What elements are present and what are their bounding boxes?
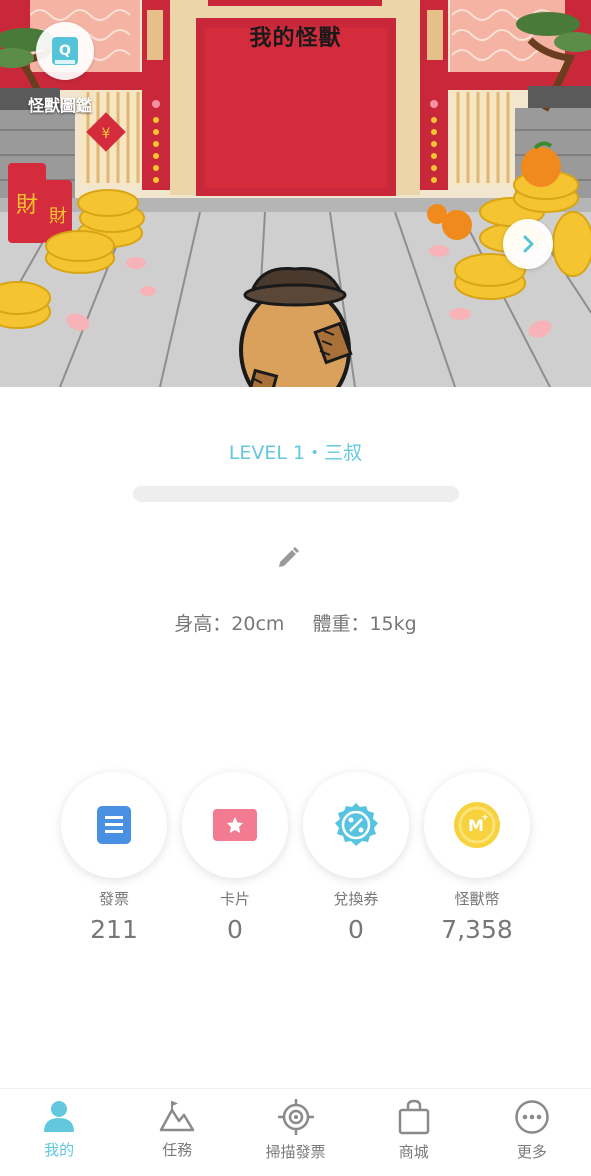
asset-invoice-button[interactable] xyxy=(61,772,167,878)
asset-card-button[interactable] xyxy=(182,772,288,878)
asset-coupon-button[interactable] xyxy=(303,772,409,878)
nav-item-more[interactable]: 更多 xyxy=(473,1089,591,1176)
book-icon-letter: Q xyxy=(59,43,71,59)
nav-item-label: 更多 xyxy=(516,1143,547,1161)
svg-text:財: 財 xyxy=(49,206,67,227)
svg-text:+: + xyxy=(481,813,489,823)
next-scene-button[interactable] xyxy=(503,219,553,269)
height-text: 身高：20cm xyxy=(174,613,285,635)
nav-item-mall[interactable]: 商城 xyxy=(355,1089,473,1176)
svg-text:¥: ¥ xyxy=(102,126,111,142)
monster-book-label: 怪獸圖鑑 xyxy=(28,96,93,115)
asset-monster-coin-button[interactable]: M + xyxy=(424,772,530,878)
asset-label: 卡片 xyxy=(219,890,250,908)
asset-card[interactable]: 卡片 0 xyxy=(182,772,288,944)
edit-profile-button[interactable] xyxy=(274,544,302,572)
level-progress-bar xyxy=(133,486,459,502)
pencil-icon xyxy=(279,547,299,567)
nav-item-mine[interactable]: 我的 xyxy=(0,1089,118,1176)
asset-monster-coin[interactable]: M + 怪獸幣 7,358 xyxy=(424,772,530,944)
asset-label: 兌換券 xyxy=(333,890,379,908)
chevron-right-icon xyxy=(523,235,534,253)
more-icon xyxy=(515,1100,549,1134)
level-text: LEVEL 1・三叔 xyxy=(228,442,363,464)
nav-item-label: 掃描發票 xyxy=(265,1143,326,1161)
asset-coupon[interactable]: 兌換券 0 xyxy=(303,772,409,944)
nav-item-label: 任務 xyxy=(162,1141,193,1159)
asset-label: 怪獸幣 xyxy=(454,890,500,908)
person-icon xyxy=(44,1101,75,1132)
bottom-nav: 我的 任務 掃描發票 商城 更多 xyxy=(0,1088,591,1176)
asset-value: 7,358 xyxy=(441,915,513,944)
svg-text:財: 財 xyxy=(16,193,38,218)
nav-item-label: 我的 xyxy=(44,1141,75,1159)
card-icon xyxy=(213,809,257,841)
asset-invoice[interactable]: 發票 211 xyxy=(61,772,167,944)
asset-value: 0 xyxy=(227,915,243,944)
nav-item-label: 商城 xyxy=(398,1143,429,1161)
body-stats: 身高：20cm 體重：15kg xyxy=(0,609,591,636)
asset-value: 0 xyxy=(348,915,364,944)
nav-item-tasks[interactable]: 任務 xyxy=(118,1089,236,1176)
asset-label: 發票 xyxy=(98,890,129,908)
asset-value: 211 xyxy=(90,915,138,944)
weight-text: 體重：15kg xyxy=(312,613,417,635)
nav-item-scan-invoice[interactable]: 掃描發票 xyxy=(236,1089,354,1176)
monster-book-button[interactable]: Q xyxy=(36,22,94,80)
hero-scene: ¥ 財 財 我的怪獸 Q 怪獸圖鑑 xyxy=(0,0,591,387)
mountain-icon xyxy=(160,1101,195,1132)
shopping-bag-icon xyxy=(398,1099,429,1135)
book-icon: Q xyxy=(52,37,78,65)
scan-target-icon xyxy=(277,1099,314,1135)
monster-character[interactable] xyxy=(232,265,362,387)
invoice-icon xyxy=(97,806,131,844)
monster-coin-icon: M + xyxy=(454,802,500,848)
coupon-icon xyxy=(335,803,378,846)
